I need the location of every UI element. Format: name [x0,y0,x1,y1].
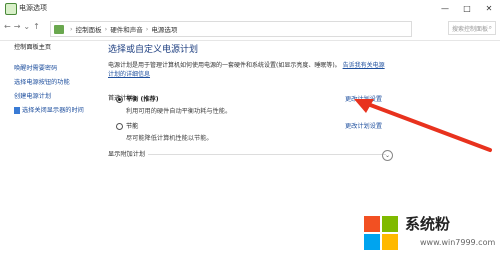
sidebar-home-link[interactable]: 控制面板主页 [14,42,102,51]
window-controls: — □ ✕ [434,0,500,18]
sidebar-link-label: 选择关闭显示器的时间 [22,107,84,114]
sidebar-link-create-plan[interactable]: 创建电源计划 [14,91,102,100]
plan-balanced[interactable]: 平衡 (推荐) 利用可用的硬件自动平衡功耗与性能。 [116,94,231,115]
minimize-button[interactable]: — [434,0,456,18]
windows-logo-icon [364,216,398,250]
navigation-bar: ← → ⌄ ↑ › 控制面板 › 硬件和声音 › 电源选项 搜索控制面板 ⌕ [0,18,500,41]
main-content: 选择或自定义电源计划 电源计划是用于管理计算机如何使用电源的一套硬件和系统设置(… [108,42,488,102]
forward-arrow-icon[interactable]: → [14,22,21,31]
close-button[interactable]: ✕ [478,0,500,18]
sidebar-link-display-off[interactable]: 选择关闭显示器的时间 [14,105,102,114]
watermark-brand: 系统粉 [405,215,451,233]
back-arrow-icon[interactable]: ← [4,22,11,31]
window-title: 电源选项 [19,4,47,12]
radio-selected[interactable] [116,95,123,103]
search-placeholder: 搜索控制面板 [452,25,489,33]
plan-name: 平衡 (推荐) [126,96,159,103]
annotation-arrow-icon [354,99,492,152]
power-options-icon [5,3,17,15]
title-bar: 电源选项 — □ ✕ [0,0,500,19]
plan-power-saver[interactable]: 节能 尽可能降低计算机性能以节能。 [116,121,213,142]
up-arrow-icon[interactable]: ↑ [33,22,40,31]
page-title: 选择或自定义电源计划 [108,45,199,55]
watermark-url: www.win7999.com [420,238,496,247]
sidebar-link-power-button[interactable]: 选择电源按钮的功能 [14,77,102,86]
address-bar[interactable]: › 控制面板 › 硬件和声音 › 电源选项 [50,21,412,37]
nav-buttons: ← → ⌄ ↑ [4,22,40,31]
shield-icon [14,106,20,114]
plan-name: 节能 [126,123,139,130]
page-description: 电源计划是用于管理计算机如何使用电源的一套硬件和系统设置(如显示亮度、睡眠等)。… [108,61,386,79]
breadcrumb-item[interactable]: 电源选项 [151,24,177,34]
breadcrumb-item[interactable]: 控制面板 [76,24,102,34]
radio-unselected[interactable] [116,122,123,130]
search-icon: ⌕ [488,24,492,31]
sidebar-link-wake-password[interactable]: 唤醒时需要密码 [14,63,102,72]
maximize-button[interactable]: □ [456,0,478,18]
breadcrumb-item[interactable]: 硬件和声音 [110,24,143,34]
recent-locations-icon[interactable]: ⌄ [23,22,30,31]
plan-detail: 尽可能降低计算机性能以节能。 [126,135,213,142]
plan-detail: 利用可用的硬件自动平衡功耗与性能。 [126,108,232,115]
search-box[interactable]: 搜索控制面板 ⌕ [448,21,496,35]
sidebar: 控制面板主页 唤醒时需要密码 选择电源按钮的功能 创建电源计划 选择关闭显示器的… [14,42,102,119]
control-panel-icon [54,24,64,34]
show-additional-plans[interactable]: 显示附加计划 [108,149,149,158]
description-text: 电源计划是用于管理计算机如何使用电源的一套硬件和系统设置(如显示亮度、睡眠等)。 [108,62,341,69]
